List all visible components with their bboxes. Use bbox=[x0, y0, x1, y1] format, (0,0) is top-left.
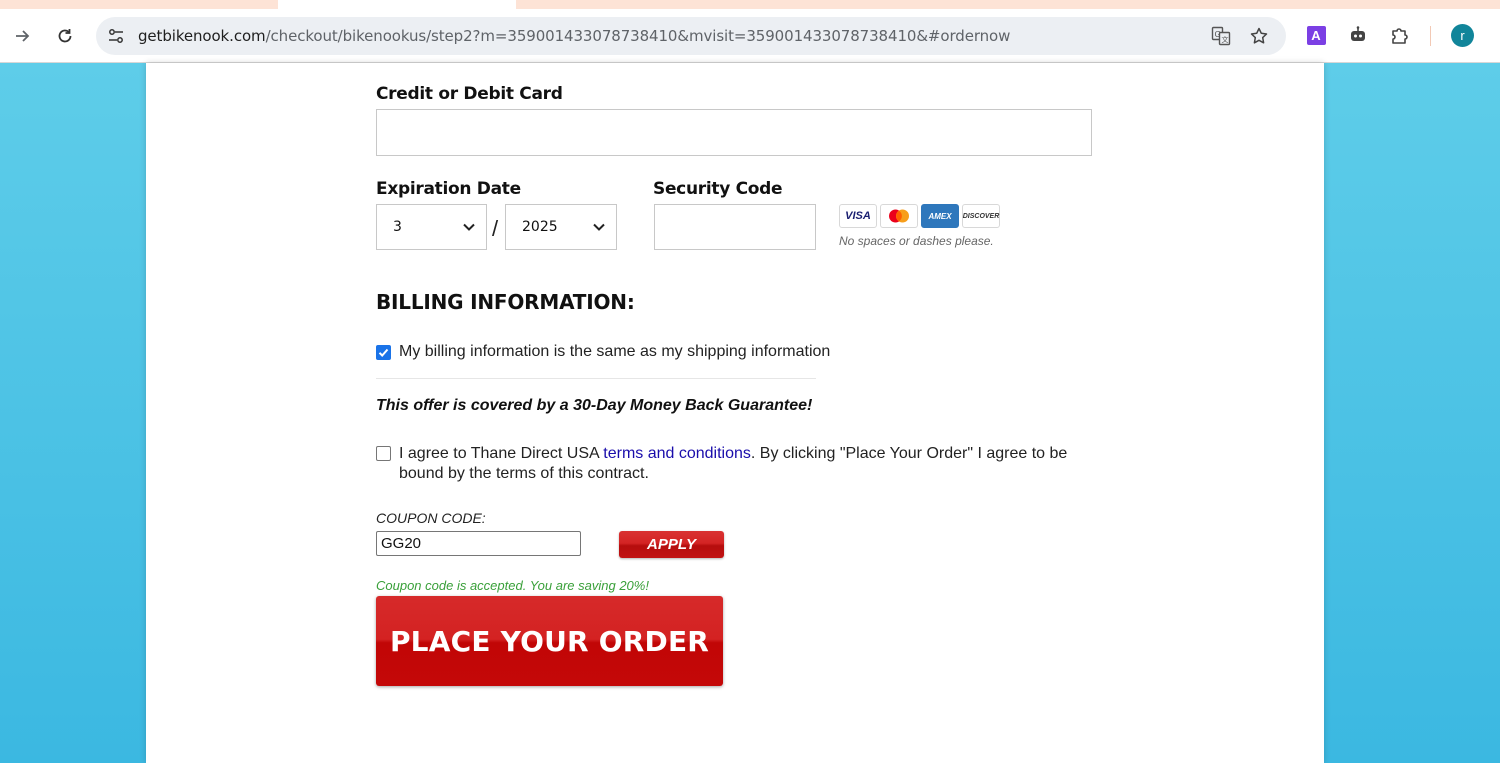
browser-toolbar: getbikenook.com/checkout/bikenookus/step… bbox=[0, 9, 1500, 63]
terms-row: I agree to Thane Direct USA terms and co… bbox=[376, 444, 1089, 484]
apply-coupon-button[interactable]: APPLY bbox=[619, 531, 724, 558]
coupon-success-message: Coupon code is accepted. You are saving … bbox=[376, 578, 649, 593]
mastercard-logo bbox=[880, 204, 918, 228]
security-code-label: Security Code bbox=[653, 179, 783, 199]
terms-link[interactable]: terms and conditions bbox=[603, 445, 751, 462]
checkout-panel: Credit or Debit Card Expiration Date 3 /… bbox=[146, 63, 1324, 763]
url-path: /checkout/bikenookus/step2?m=35900143307… bbox=[265, 27, 1011, 45]
place-order-button[interactable]: PLACE YOUR ORDER bbox=[376, 596, 723, 686]
section-divider bbox=[376, 378, 816, 379]
profile-avatar[interactable]: r bbox=[1451, 24, 1474, 47]
translate-icon[interactable]: G文 bbox=[1210, 25, 1232, 47]
visa-logo: VISA bbox=[839, 204, 877, 228]
page-background: Credit or Debit Card Expiration Date 3 /… bbox=[0, 63, 1500, 763]
expiration-month-value: 3 bbox=[393, 219, 402, 235]
chevron-down-icon bbox=[463, 223, 475, 231]
terms-checkbox[interactable] bbox=[376, 446, 391, 461]
tab-strip bbox=[0, 0, 1500, 9]
bookmark-star-icon[interactable] bbox=[1248, 25, 1270, 47]
billing-heading: BILLING INFORMATION: bbox=[376, 290, 635, 314]
terms-prefix: I agree to Thane Direct USA bbox=[399, 445, 604, 462]
money-back-guarantee: This offer is covered by a 30-Day Money … bbox=[376, 397, 813, 414]
site-settings-icon[interactable] bbox=[106, 26, 126, 46]
url-host: getbikenook.com bbox=[138, 27, 266, 45]
security-code-input[interactable] bbox=[654, 204, 816, 250]
card-number-input[interactable] bbox=[376, 109, 1092, 156]
card-format-note: No spaces or dashes please. bbox=[839, 234, 994, 248]
expiration-separator: / bbox=[492, 216, 499, 241]
expiration-month-select[interactable]: 3 bbox=[376, 204, 487, 250]
robot-extension-icon[interactable] bbox=[1346, 23, 1370, 47]
extensions-puzzle-icon[interactable] bbox=[1388, 23, 1412, 47]
same-as-shipping-checkbox[interactable] bbox=[376, 345, 391, 360]
toolbar-divider bbox=[1430, 26, 1431, 46]
terms-text: I agree to Thane Direct USA terms and co… bbox=[399, 444, 1089, 484]
coupon-label: COUPON CODE: bbox=[376, 510, 486, 526]
same-as-shipping-row[interactable]: My billing information is the same as my… bbox=[376, 343, 830, 361]
url-text[interactable]: getbikenook.com/checkout/bikenookus/step… bbox=[138, 27, 1010, 45]
same-as-shipping-label: My billing information is the same as my… bbox=[399, 343, 831, 360]
extension-a-icon[interactable]: A bbox=[1304, 23, 1328, 47]
amex-logo: AMEX bbox=[921, 204, 959, 228]
coupon-input[interactable]: GG20 bbox=[376, 531, 581, 556]
extension-a-badge: A bbox=[1306, 25, 1326, 45]
checkmark-icon bbox=[378, 348, 389, 357]
svg-text:文: 文 bbox=[1222, 35, 1229, 44]
forward-icon[interactable] bbox=[9, 22, 37, 50]
card-number-label: Credit or Debit Card bbox=[376, 84, 563, 104]
chevron-down-icon bbox=[593, 223, 605, 231]
expiration-year-value: 2025 bbox=[522, 219, 558, 235]
reload-icon[interactable] bbox=[51, 22, 79, 50]
address-bar[interactable]: getbikenook.com/checkout/bikenookus/step… bbox=[96, 17, 1286, 55]
accepted-cards: VISA AMEX DISCOVER bbox=[839, 204, 1000, 228]
expiration-year-select[interactable]: 2025 bbox=[505, 204, 617, 250]
expiration-date-label: Expiration Date bbox=[376, 179, 521, 199]
active-tab-edge bbox=[278, 0, 516, 9]
discover-logo: DISCOVER bbox=[962, 204, 1000, 228]
